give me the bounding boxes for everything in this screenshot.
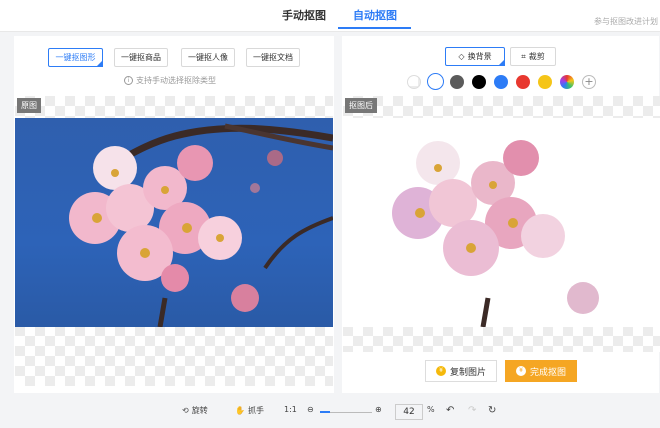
original-canvas[interactable]: 原图 (15, 96, 333, 386)
original-panel: 一键抠图形 一键抠商品 一键抠人像 一键抠文档 i 支持手动选择抠除类型 原图 (14, 36, 334, 393)
crop-button[interactable]: ⌗ 裁剪 (510, 47, 556, 66)
result-panel: ◇ 换背景 ⌗ 裁剪 + 抠图后 ¥ 复制图片 ¥ 完成抠图 (342, 36, 660, 393)
mode-hint-text: 支持手动选择抠除类型 (136, 76, 216, 85)
result-photo (343, 118, 660, 327)
redo-icon[interactable]: ↷ (468, 405, 476, 416)
swatch-red[interactable] (516, 75, 530, 89)
tab-auto-cutout[interactable]: 自动抠图 (353, 7, 397, 23)
blossom-cutout (392, 140, 599, 327)
active-tab-indicator (338, 27, 411, 29)
add-color-button[interactable]: + (582, 75, 596, 89)
tab-manual-cutout[interactable]: 手动抠图 (282, 7, 326, 23)
mode-shape-button[interactable]: 一键抠图形 (48, 48, 103, 67)
result-badge: 抠图后 (345, 98, 377, 113)
reset-icon[interactable]: ↻ (488, 405, 496, 416)
blossom-photo (69, 123, 333, 327)
swatch-yellow[interactable] (538, 75, 552, 89)
zoom-slider-fill (320, 411, 330, 413)
top-bar: 手动抠图 自动抠图 参与抠图改进计划 (0, 0, 660, 32)
rotate-label: 旋转 (191, 406, 208, 415)
result-canvas[interactable]: 抠图后 (343, 96, 660, 352)
zoom-unit: % (427, 405, 435, 414)
swatch-white[interactable] (427, 73, 444, 90)
mode-portrait-button[interactable]: 一键抠人像 (181, 48, 235, 67)
swatch-blue[interactable] (494, 75, 508, 89)
mode-shape-label: 一键抠图形 (55, 53, 96, 62)
change-background-button[interactable]: ◇ 换背景 (445, 47, 505, 66)
mode-document-button[interactable]: 一键抠文档 (246, 48, 300, 67)
original-badge: 原图 (17, 98, 41, 113)
improvement-plan-link[interactable]: 参与抠图改进计划 (594, 16, 658, 27)
actual-size-button[interactable]: 1:1 (284, 405, 297, 414)
mode-product-button[interactable]: 一键抠商品 (114, 48, 168, 67)
rotate-button[interactable]: ⟲ 旋转 (182, 405, 208, 416)
hand-label: 抓手 (247, 406, 264, 415)
original-photo (15, 118, 333, 327)
coin-icon: ¥ (515, 366, 526, 376)
finish-cutout-label: 完成抠图 (529, 367, 566, 378)
crop-label: 裁剪 (528, 52, 545, 61)
zoom-out-icon[interactable]: ⊖ (307, 405, 314, 414)
mode-hint: i 支持手动选择抠除类型 (124, 75, 216, 86)
swatch-gray[interactable] (450, 75, 464, 89)
hand-tool-button[interactable]: ✋ 抓手 (235, 405, 264, 416)
bottom-toolbar: ⟲ 旋转 ✋ 抓手 1:1 ⊖ ⊕ 42 % ↶ ↷ ↻ (0, 396, 660, 428)
crop-icon: ⌗ (521, 51, 526, 61)
swatch-rainbow[interactable] (560, 75, 574, 89)
copy-image-label: 复制图片 (449, 367, 486, 378)
change-background-label: 换背景 (467, 52, 492, 61)
zoom-input[interactable]: 42 (395, 404, 423, 420)
copy-image-button[interactable]: ¥ 复制图片 (425, 360, 497, 382)
hand-icon: ✋ (235, 406, 245, 415)
selected-corner-icon (498, 59, 505, 66)
coin-icon: ¥ (435, 366, 446, 376)
swatch-black[interactable] (472, 75, 486, 89)
rotate-icon: ⟲ (182, 406, 189, 415)
selected-corner-icon (96, 60, 103, 67)
zoom-in-icon[interactable]: ⊕ (375, 405, 382, 414)
swatch-transparent[interactable] (407, 75, 421, 89)
undo-icon[interactable]: ↶ (446, 405, 454, 416)
finish-cutout-button[interactable]: ¥ 完成抠图 (505, 360, 577, 382)
paint-bucket-icon: ◇ (458, 52, 465, 61)
info-icon: i (124, 76, 133, 85)
